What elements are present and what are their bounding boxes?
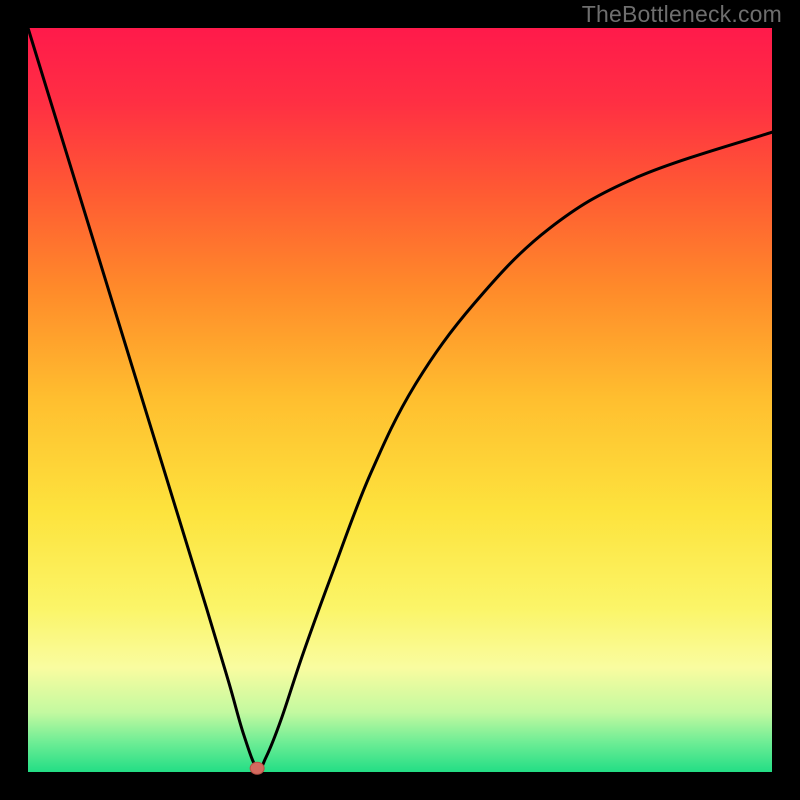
chart-container: TheBottleneck.com: [0, 0, 800, 800]
watermark-text: TheBottleneck.com: [582, 1, 782, 28]
plot-background: [28, 28, 772, 772]
bottleneck-plot: [0, 0, 800, 800]
minimum-marker: [250, 762, 264, 774]
